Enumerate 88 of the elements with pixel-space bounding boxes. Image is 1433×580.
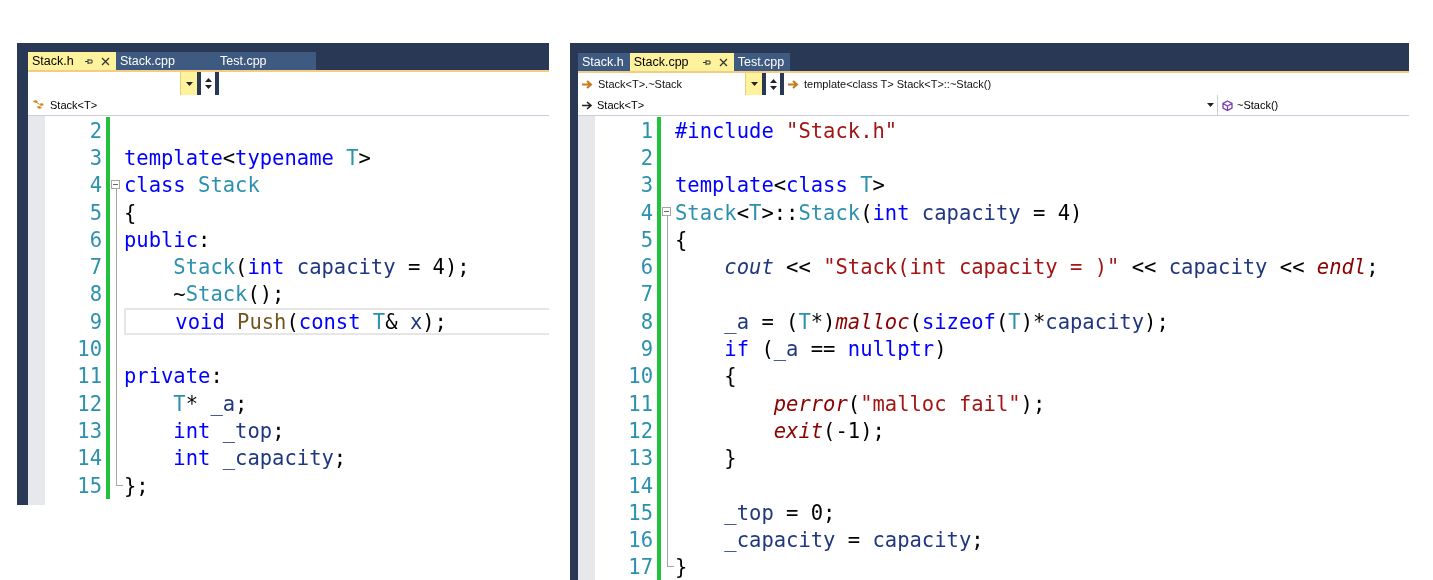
code-line: exit(-1); xyxy=(772,418,885,443)
spin-button[interactable] xyxy=(201,72,215,95)
line-number: 16 xyxy=(627,528,654,553)
caret-icon[interactable] xyxy=(1207,103,1214,107)
line-number: 9 xyxy=(88,309,103,334)
editor-tab[interactable]: Stack.cpp xyxy=(116,52,216,70)
code-line: } xyxy=(723,446,737,471)
code-line: Stack(int capacity = 4); xyxy=(172,255,470,280)
line-number: 7 xyxy=(88,255,103,280)
editor-tab[interactable]: Stack.cpp xyxy=(629,53,734,71)
line-number: 13 xyxy=(627,446,654,471)
code-line: { xyxy=(723,364,737,389)
up-caret-icon xyxy=(204,78,212,82)
arrow-icon xyxy=(788,79,799,89)
line-number: 12 xyxy=(76,391,103,416)
class-dropdown[interactable]: Stack<T> xyxy=(28,95,549,115)
line-number: 15 xyxy=(76,473,103,498)
line-number: 13 xyxy=(76,418,103,443)
line-number: 5 xyxy=(639,227,654,252)
line-number: 4 xyxy=(88,173,103,198)
editor-tab[interactable]: Stack.h xyxy=(578,53,630,71)
line-number: 14 xyxy=(627,473,654,498)
editor-tab[interactable]: Test.cpp xyxy=(216,52,316,70)
code-line: template<typename T> xyxy=(124,145,371,170)
collapse-icon[interactable] xyxy=(111,179,120,189)
code-line: if (_a == nullptr) xyxy=(723,337,947,361)
arrow-icon xyxy=(582,100,593,110)
caret-icon[interactable] xyxy=(185,81,193,86)
line-number: 12 xyxy=(627,418,654,443)
close-icon[interactable] xyxy=(718,57,728,67)
member-dropdown[interactable]: ~Stack() xyxy=(1218,95,1409,115)
line-number: 8 xyxy=(88,282,103,307)
scope-dropdown[interactable]: Stack<T>.~Stack xyxy=(578,73,762,95)
line-number: 17 xyxy=(627,555,654,580)
spin-button[interactable] xyxy=(766,73,780,95)
arrow-icon xyxy=(582,79,593,89)
cube-icon xyxy=(1222,99,1233,111)
code-line: Stack<T>::Stack(int capacity = 4) xyxy=(675,200,1083,225)
code-line: int _capacity; xyxy=(172,446,347,471)
class-dropdown[interactable]: Stack<T> xyxy=(578,95,1218,115)
code-line: _capacity = capacity; xyxy=(723,528,984,553)
code-line: } xyxy=(675,555,688,580)
caret-icon xyxy=(204,85,212,89)
pin-icon[interactable] xyxy=(84,56,93,66)
caret-icon xyxy=(769,85,777,90)
line-number: 2 xyxy=(88,118,103,143)
code-line: perror("malloc fail"); xyxy=(772,391,1046,416)
pin-icon[interactable] xyxy=(701,57,711,67)
line-number: 5 xyxy=(88,200,103,225)
line-number: 3 xyxy=(639,173,654,198)
line-number: 9 xyxy=(639,337,654,361)
code-line: cout << "Stack(int capacity = )" << capacity << endl; xyxy=(723,255,1379,280)
line-number: 15 xyxy=(627,500,654,525)
line-number: 11 xyxy=(76,364,103,389)
line-number: 10 xyxy=(76,337,103,361)
code-line: _top = 0; xyxy=(723,500,836,525)
code-line: private: xyxy=(124,364,223,389)
code-line: { xyxy=(675,227,688,252)
line-number: 10 xyxy=(627,364,654,389)
line-number: 3 xyxy=(88,145,103,170)
code-line: { xyxy=(124,200,137,225)
line-number: 6 xyxy=(88,227,103,252)
line-number: 2 xyxy=(639,145,654,170)
close-icon[interactable] xyxy=(101,56,110,66)
code-line: }; xyxy=(124,473,149,498)
caret-icon[interactable] xyxy=(750,82,758,86)
code-line: _a = (T*)malloc(sizeof(T)*capacity); xyxy=(723,309,1169,334)
code-line: int _top; xyxy=(172,418,285,443)
line-number: 11 xyxy=(627,391,654,416)
code-line: #include "Stack.h" xyxy=(675,118,898,143)
class-icon xyxy=(32,99,46,111)
function-field[interactable]: template<class T> Stack<T>::~Stack() xyxy=(784,73,1409,95)
line-number: 14 xyxy=(76,446,103,471)
line-number: 6 xyxy=(639,255,654,280)
editor-tab[interactable]: Stack.h xyxy=(28,52,116,70)
collapse-icon[interactable] xyxy=(662,206,671,216)
code-line: void Push(const T& x); xyxy=(174,309,447,334)
editor-tab[interactable]: Test.cpp xyxy=(733,53,791,71)
code-line: ~Stack(); xyxy=(172,282,285,307)
line-number: 7 xyxy=(639,282,654,307)
code-line: template<class T> xyxy=(675,173,885,198)
code-line: class Stack xyxy=(124,173,260,198)
line-number: 4 xyxy=(639,200,654,225)
line-number: 1 xyxy=(639,118,654,143)
code-line: T* _a; xyxy=(172,391,248,416)
code-line: public: xyxy=(124,227,211,252)
line-number: 8 xyxy=(639,309,654,334)
up-caret-icon xyxy=(769,78,777,83)
